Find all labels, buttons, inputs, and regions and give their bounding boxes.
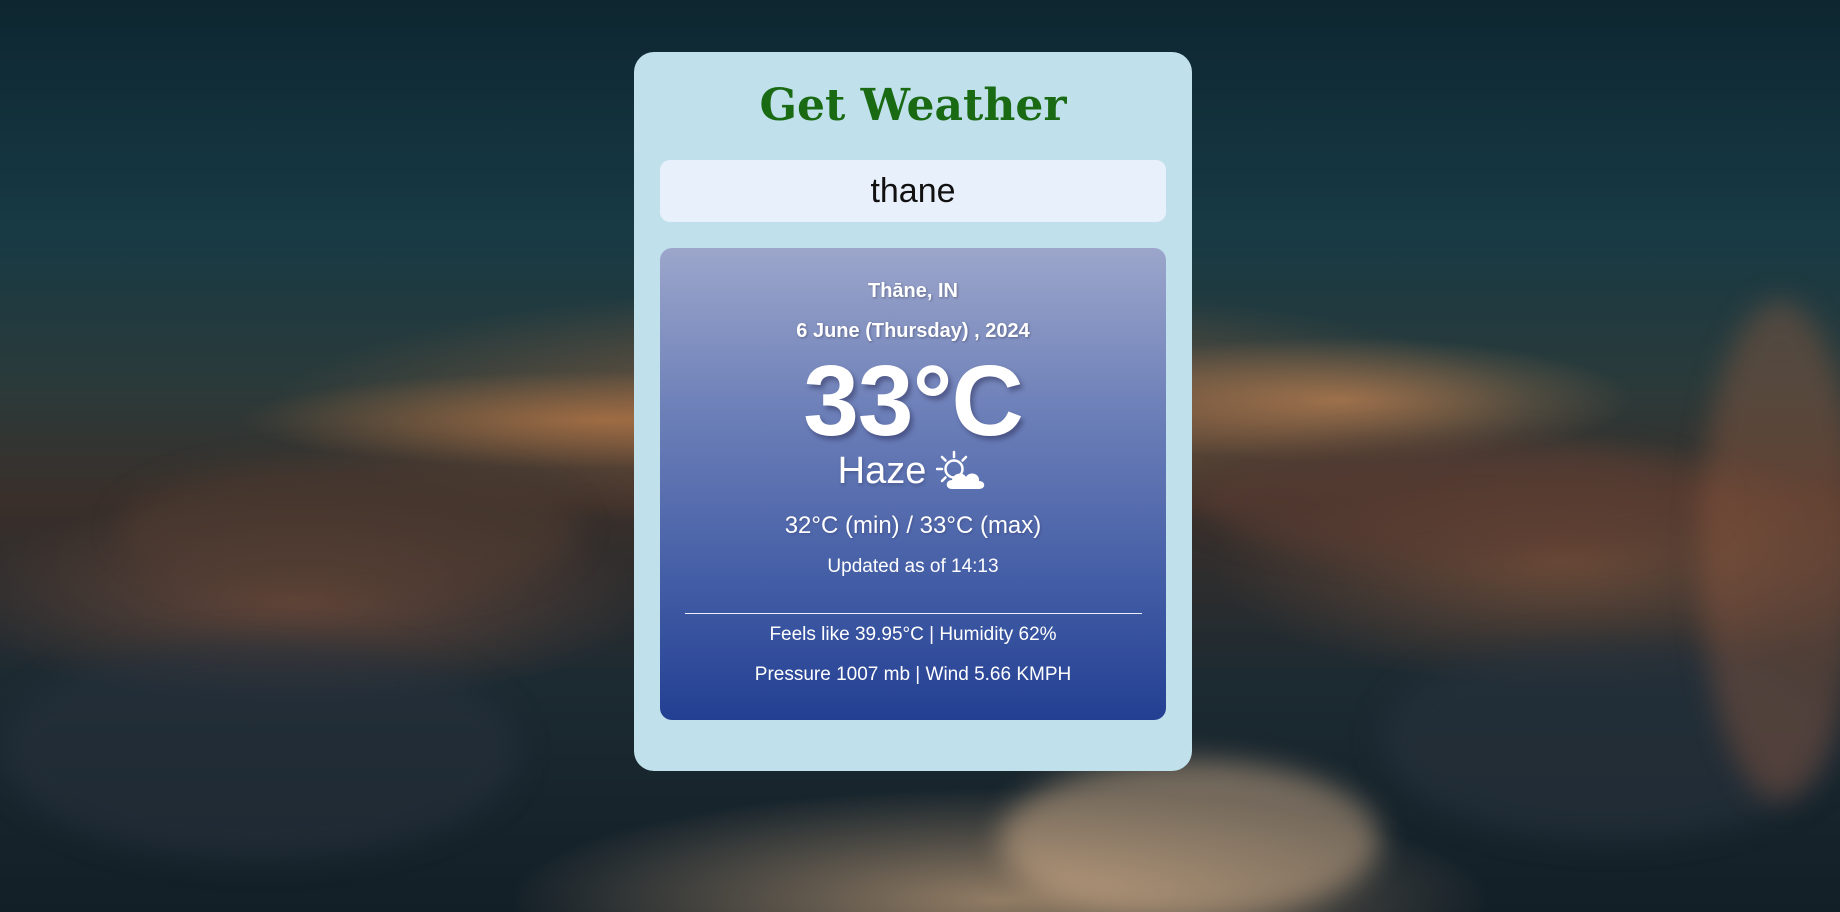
date-label: 6 June (Thursday) , 2024 bbox=[796, 320, 1030, 342]
updated-time: Updated as of 14:13 bbox=[827, 556, 999, 577]
weather-result-panel: Thāne, IN 6 June (Thursday) , 2024 33°C … bbox=[660, 248, 1166, 720]
temperature-value: 33°C bbox=[803, 345, 1023, 457]
pressure-wind: Pressure 1007 mb | Wind 5.66 KMPH bbox=[754, 664, 1072, 685]
app-title: Get Weather bbox=[759, 80, 1067, 131]
divider bbox=[685, 613, 1142, 614]
condition-row: Haze bbox=[660, 448, 1166, 494]
location-label: Thāne, IN bbox=[867, 280, 958, 302]
min-max-temperature: 32°C (min) / 33°C (max) bbox=[784, 512, 1042, 539]
city-search-input[interactable] bbox=[660, 160, 1166, 222]
condition-label: Haze bbox=[837, 450, 927, 492]
sun-behind-cloud-icon bbox=[936, 449, 988, 493]
feels-like-humidity: Feels like 39.95°C | Humidity 62% bbox=[769, 624, 1057, 645]
weather-card: Get Weather Thāne, IN 6 June (Thursday) … bbox=[634, 52, 1192, 771]
